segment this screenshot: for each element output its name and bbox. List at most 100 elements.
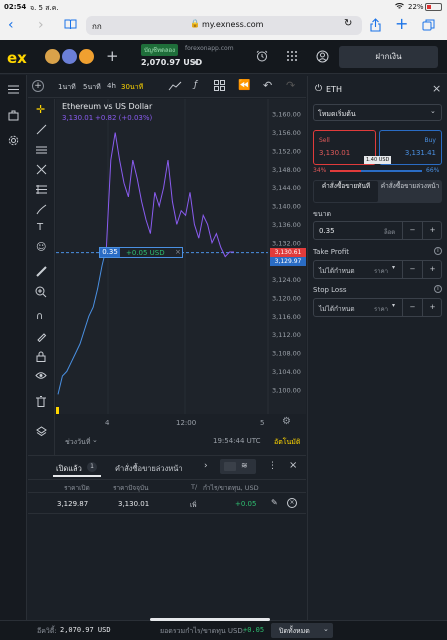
stack-view-icon[interactable]: ≋ — [241, 461, 248, 470]
total-pl-label: ยอดรวมกำไร/ขาดทุน USD: — [160, 627, 246, 635]
deposit-button[interactable]: ฝากเงิน — [339, 46, 438, 68]
scroll-handle[interactable] — [56, 407, 59, 414]
briefcase-icon[interactable] — [8, 110, 19, 121]
tab-label: กก — [92, 22, 102, 31]
trash-icon[interactable] — [36, 396, 46, 407]
new-tab-icon[interactable]: + — [395, 14, 408, 33]
close-all-button[interactable]: ปิดทั้งหมด ⌄ — [271, 623, 333, 638]
instrument-tab-icon[interactable] — [79, 49, 94, 64]
sell-sentiment: 34% — [313, 167, 327, 174]
layers-view-icon[interactable] — [224, 462, 236, 471]
trend-line-icon[interactable] — [36, 124, 47, 135]
take-profit-input[interactable]: ไม่ได้กำหนด — [319, 266, 355, 276]
add-instrument-icon[interactable]: + — [106, 47, 119, 65]
pitchfork-icon[interactable] — [36, 164, 47, 175]
url-bar[interactable]: กก 🔒 my.exness.com ↻ — [86, 16, 362, 35]
x-tick-label: 12:00 — [176, 419, 197, 427]
chart-settings-icon[interactable]: ⚙ — [282, 416, 291, 427]
tab-market-order[interactable]: คำสั่งซื้อขายทันที — [314, 181, 378, 202]
price-chart[interactable]: 3,160.00 3,156.00 3,152.00 3,148.00 3,144.00… — [56, 99, 306, 414]
pencil-lock-icon[interactable] — [36, 331, 47, 342]
instrument-tab-icon[interactable] — [62, 49, 77, 64]
home-indicator — [150, 618, 270, 621]
apps-grid-icon[interactable] — [286, 50, 298, 62]
chevron-down-icon[interactable]: ⌄ — [92, 436, 98, 444]
stop-loss-decrement-button[interactable]: − — [402, 299, 422, 316]
zoom-in-icon[interactable] — [35, 286, 47, 298]
volume-stepper[interactable]: 0.35 ล็อต − + — [313, 221, 442, 240]
settings-gear-icon[interactable] — [8, 135, 19, 146]
info-icon[interactable]: i — [434, 285, 442, 293]
fibonacci-icon[interactable] — [36, 184, 47, 195]
stop-loss-increment-button[interactable]: + — [422, 299, 442, 316]
order-line-qty: 0.35 — [100, 248, 120, 257]
timeframe-5m[interactable]: 5นาที — [83, 82, 101, 93]
magnet-icon[interactable]: ∩ — [36, 311, 43, 322]
close-panel-icon[interactable]: × — [289, 460, 297, 471]
exness-logo[interactable]: ex — [7, 49, 27, 67]
emoji-icon[interactable]: ☺ — [36, 242, 46, 253]
stop-loss-unit[interactable]: ราคา — [374, 304, 388, 314]
layout-grid-icon[interactable] — [214, 80, 225, 91]
close-position-icon[interactable]: × — [287, 498, 297, 508]
book-icon[interactable] — [64, 19, 77, 30]
chevron-down-icon[interactable]: ▾ — [392, 264, 395, 271]
chart-type-line-icon[interactable] — [168, 80, 182, 92]
take-profit-increment-button[interactable]: + — [422, 261, 442, 278]
x-tick-label: 4 — [105, 419, 110, 427]
take-profit-unit[interactable]: ราคา — [374, 266, 388, 276]
share-icon[interactable] — [370, 18, 381, 32]
indicators-fx-icon[interactable]: ƒ — [194, 80, 197, 90]
close-order-icon[interactable]: × — [175, 248, 181, 256]
tabs-icon[interactable] — [422, 19, 435, 31]
chevron-down-icon[interactable]: ▾ — [194, 58, 198, 67]
row-tp[interactable]: เพิ่ — [190, 500, 197, 510]
volume-decrement-button[interactable]: − — [402, 222, 422, 239]
volume-input[interactable]: 0.35 — [319, 227, 335, 235]
timeframe-30m[interactable]: 30นาที — [121, 82, 143, 93]
forward-icon[interactable]: › — [38, 17, 44, 33]
menu-icon[interactable] — [8, 85, 19, 94]
stop-loss-input[interactable]: ไม่ได้กำหนด — [319, 304, 355, 314]
user-profile-icon[interactable] — [316, 50, 329, 63]
edit-icon[interactable]: ✎ — [271, 498, 278, 507]
timeframe-1m[interactable]: 1นาที — [58, 82, 76, 93]
table-row[interactable]: 3,129.87 3,130.01 เพิ่ +0.05 ✎ × — [28, 492, 306, 514]
alarm-clock-icon[interactable] — [256, 50, 268, 62]
take-profit-stepper[interactable]: ไม่ได้กำหนด ราคา ▾ − + — [313, 260, 442, 279]
ruler-icon[interactable] — [36, 266, 47, 277]
timeframe-4h[interactable]: 4h — [107, 82, 116, 90]
brush-icon[interactable] — [36, 204, 47, 215]
volume-increment-button[interactable]: + — [422, 222, 442, 239]
take-profit-decrement-button[interactable]: − — [402, 261, 422, 278]
instrument-tab-icon[interactable] — [45, 49, 60, 64]
y-tick-label: 3,100.00 — [272, 386, 301, 394]
tab-open-positions[interactable]: เปิดแล้ว — [56, 463, 82, 475]
more-options-icon[interactable]: ⋮ — [268, 461, 277, 471]
reload-icon[interactable]: ↻ — [344, 18, 352, 29]
text-tool-icon[interactable]: T — [37, 222, 43, 233]
crosshair-icon[interactable]: ✛ — [36, 103, 45, 116]
chart-title: Ethereum vs US Dollar — [62, 102, 153, 111]
eye-icon[interactable] — [35, 371, 47, 380]
lock-icon[interactable] — [36, 351, 46, 362]
account-balance[interactable]: 2,070.97 USD — [141, 58, 202, 67]
chevron-right-icon[interactable]: › — [204, 461, 208, 471]
redo-icon[interactable]: ↷ — [286, 79, 295, 92]
stop-loss-stepper[interactable]: ไม่ได้กำหนด ราคา ▾ − + — [313, 298, 442, 317]
back-icon[interactable]: ‹ — [8, 17, 14, 33]
order-mode-select[interactable]: โหมดเริ่มต้น ⌄ — [313, 104, 442, 121]
tab-pending-order[interactable]: คำสั่งซื้อขายล่วงหน้า — [379, 181, 441, 202]
chevron-down-icon[interactable]: ▾ — [392, 302, 395, 309]
add-indicator-icon[interactable]: + — [32, 80, 44, 92]
channel-icon[interactable] — [36, 144, 47, 155]
rewind-icon[interactable]: ⏪ — [238, 80, 250, 91]
order-line-label[interactable]: 0.35 +0.05 USD × — [99, 247, 183, 258]
date-range-button[interactable]: ช่วงวันที่ — [65, 437, 90, 448]
tab-pending-orders[interactable]: คำสั่งซื้อขายล่วงหน้า — [115, 463, 183, 475]
auto-scale-button[interactable]: อัตโนมัติ — [274, 437, 300, 448]
layers-icon[interactable] — [36, 426, 47, 437]
close-icon[interactable]: × — [432, 82, 441, 95]
undo-icon[interactable]: ↶ — [263, 79, 272, 92]
info-icon[interactable]: i — [434, 247, 442, 255]
